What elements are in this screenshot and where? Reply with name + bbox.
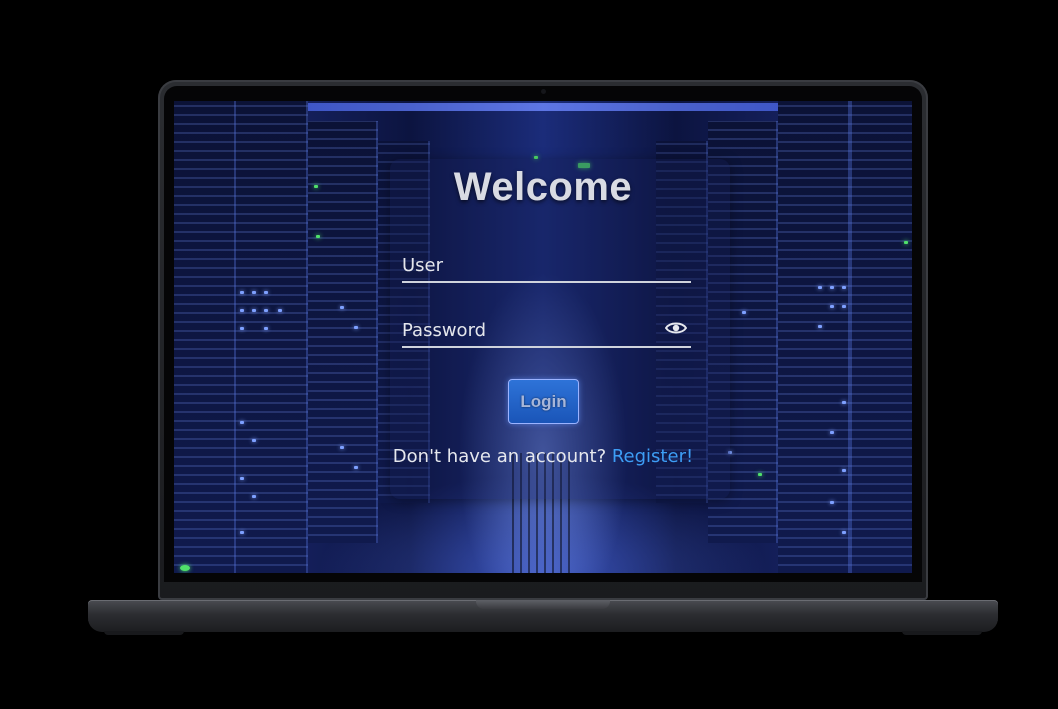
server-led	[830, 305, 834, 308]
server-led	[842, 469, 846, 472]
server-led	[830, 431, 834, 434]
server-led	[252, 291, 256, 294]
server-led	[252, 309, 256, 312]
server-led	[340, 306, 344, 309]
server-led-green	[180, 565, 190, 571]
server-led	[252, 495, 256, 498]
laptop-foot	[902, 631, 982, 635]
server-led-green	[904, 241, 908, 244]
server-led	[742, 311, 746, 314]
server-led	[252, 439, 256, 442]
register-link[interactable]: Register!	[612, 446, 693, 467]
server-led	[842, 305, 846, 308]
server-led	[240, 477, 244, 480]
server-led	[354, 326, 358, 329]
laptop-screen: Welcome Login Don't have an account? Reg…	[174, 101, 912, 573]
camera-icon	[541, 89, 546, 94]
server-led	[830, 501, 834, 504]
user-input[interactable]	[402, 251, 652, 279]
laptop-foot	[104, 631, 184, 635]
server-led	[264, 327, 268, 330]
eye-icon[interactable]	[665, 321, 687, 335]
server-led	[240, 421, 244, 424]
server-led	[264, 309, 268, 312]
server-led	[240, 531, 244, 534]
laptop-base	[88, 600, 998, 632]
login-button[interactable]: Login	[508, 379, 579, 424]
server-led	[264, 291, 268, 294]
user-field	[402, 251, 691, 283]
server-led	[240, 291, 244, 294]
datacenter-background: Welcome Login Don't have an account? Reg…	[174, 101, 912, 573]
server-led	[240, 327, 244, 330]
server-led	[842, 286, 846, 289]
laptop-lid: Welcome Login Don't have an account? Reg…	[158, 80, 928, 600]
server-led	[818, 286, 822, 289]
server-led	[842, 531, 846, 534]
password-field	[402, 316, 691, 348]
server-led	[830, 286, 834, 289]
server-led-green	[316, 235, 320, 238]
server-led	[818, 325, 822, 328]
ceiling-light	[214, 103, 872, 111]
password-input[interactable]	[402, 316, 652, 344]
server-led	[842, 401, 846, 404]
server-led	[278, 309, 282, 312]
welcome-title: Welcome	[453, 165, 633, 209]
register-prompt: Don't have an account?	[392, 446, 607, 467]
server-led-green	[758, 473, 762, 476]
server-led	[240, 309, 244, 312]
register-prompt-line: Don't have an account? Register!	[174, 446, 912, 467]
lid-notch	[476, 600, 610, 609]
